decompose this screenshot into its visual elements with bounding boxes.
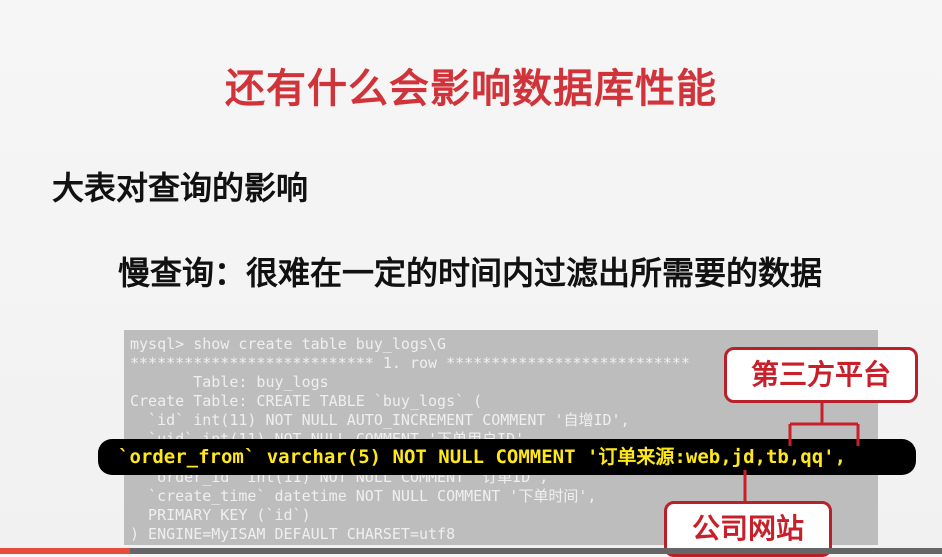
video-progress-fill	[0, 548, 130, 554]
video-progress-track[interactable]	[0, 548, 942, 554]
callout-connectors	[743, 397, 860, 501]
callout-third-party: 第三方平台	[724, 347, 918, 403]
connector-top	[788, 397, 860, 446]
